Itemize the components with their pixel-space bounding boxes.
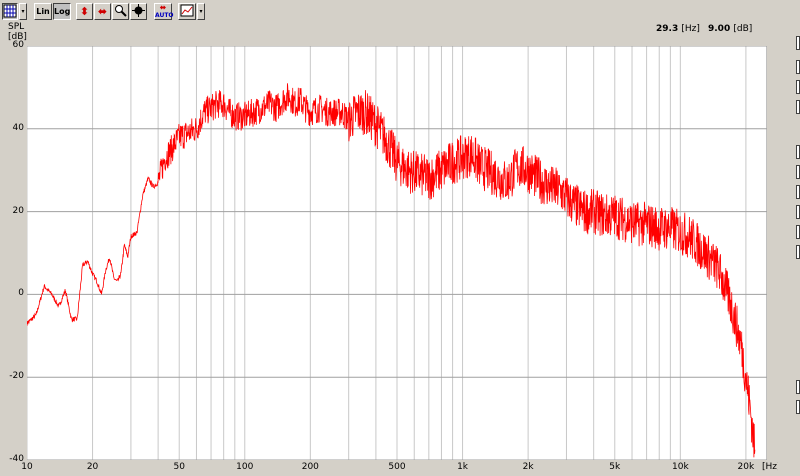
x-tick-label: 10k [671,462,689,472]
side-panel-tab[interactable] [796,205,800,219]
side-panel-tab[interactable] [796,145,800,159]
toolbar: ▾ Lin Log ⬍ ⬌ ⬌ AUTO ▾ [0,0,205,22]
y-tick-label: -20 [9,371,24,382]
graph-options-icon[interactable] [178,3,196,20]
side-panel-tab[interactable] [796,400,800,414]
side-panel-tab[interactable] [796,245,800,259]
cursor-glyph [132,4,145,17]
side-panel-tab[interactable] [796,185,800,199]
horizontal-zoom-icon[interactable]: ⬌ [94,3,111,20]
side-panel-tab[interactable] [796,36,800,50]
x-tick-label: 50 [173,462,185,472]
x-tick-label: 2k [522,462,534,472]
spl-chart[interactable] [27,46,767,460]
side-panel-tab[interactable] [796,60,800,74]
x-tick-label: 10 [21,462,33,472]
magnifier-icon[interactable] [112,3,129,20]
grid-icon[interactable] [2,3,18,20]
y-tick-label: 0 [18,288,24,299]
y-axis-label: SPL [dB] [8,22,27,42]
x-tick-label: 5k [609,462,621,472]
x-tick-label: 20 [86,462,99,472]
log-button[interactable]: Log [53,3,71,20]
x-tick-label: 100 [236,462,254,472]
x-tick-label: 20k [737,462,755,472]
y-axis-label-line1: SPL [8,22,25,32]
grid-dropdown-arrow-icon[interactable]: ▾ [19,3,27,20]
y-tick-label: 20 [12,205,24,216]
right-side-panel [778,0,800,476]
magnifier-glyph [115,5,127,17]
graph-glyph [180,4,194,17]
graph-options-dropdown-icon[interactable]: ▾ [197,3,205,20]
side-panel-tab[interactable] [796,225,800,239]
x-tick-label: 200 [301,462,319,472]
level-unit: [dB] [733,24,753,34]
lin-button[interactable]: Lin [34,3,52,20]
side-panel-tab[interactable] [796,80,800,94]
x-tick-label: 1k [457,462,469,472]
frequency-readout: 29.3 [Hz] [656,24,700,34]
side-panel-tab[interactable] [796,100,800,114]
y-tick-label: 40 [12,122,24,133]
cursor-icon[interactable] [130,3,147,20]
x-tick-label: 500 [388,462,406,472]
grid-glyph [3,4,17,18]
level-readout: 9.00 [dB] [708,24,752,34]
vertical-zoom-icon[interactable]: ⬍ [76,3,93,20]
frequency-unit: [Hz] [681,24,700,34]
level-value: 9.00 [708,24,731,34]
frequency-value: 29.3 [656,24,679,34]
auto-button[interactable]: ⬌ AUTO [154,3,174,20]
auto-label: AUTO [155,12,174,19]
side-panel-tab[interactable] [796,165,800,179]
auto-arrows-icon: ⬌ [159,3,167,12]
side-panel-tab[interactable] [796,380,800,394]
y-tick-label: 60 [12,40,24,50]
